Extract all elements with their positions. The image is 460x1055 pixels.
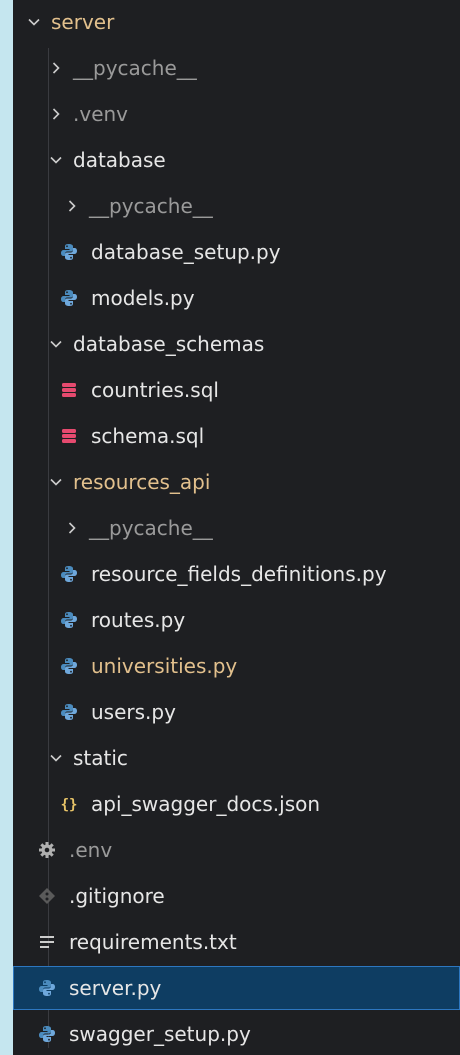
file-label: resource_fields_definitions.py: [91, 562, 387, 586]
file-label: models.py: [91, 286, 195, 310]
chevron-down-icon: [27, 12, 41, 32]
file-label: routes.py: [91, 608, 186, 632]
file-label: requirements.txt: [69, 930, 237, 954]
file-countries-sql[interactable]: countries.sql: [13, 368, 460, 412]
folder-database-schemas[interactable]: database_schemas: [13, 322, 460, 366]
python-file-icon: [37, 1024, 57, 1044]
database-file-icon: [59, 426, 79, 446]
python-file-icon: [37, 978, 57, 998]
file-label: countries.sql: [91, 378, 219, 402]
file-gitignore[interactable]: .gitignore: [13, 874, 460, 918]
chevron-down-icon: [49, 334, 63, 354]
file-models-py[interactable]: models.py: [13, 276, 460, 320]
file-requirements-txt[interactable]: requirements.txt: [13, 920, 460, 964]
json-file-icon: {}: [59, 794, 79, 814]
database-file-icon: [59, 380, 79, 400]
file-label: swagger_setup.py: [69, 1022, 251, 1046]
file-label: server.py: [69, 976, 162, 1000]
file-label: users.py: [91, 700, 176, 724]
python-file-icon: [59, 288, 79, 308]
folder-database[interactable]: database: [13, 138, 460, 182]
file-api-swagger-docs-json[interactable]: {} api_swagger_docs.json: [13, 782, 460, 826]
folder-pycache[interactable]: __pycache__: [13, 506, 460, 550]
file-label: universities.py: [91, 654, 238, 678]
folder-resources-api[interactable]: resources_api: [13, 460, 460, 504]
file-resource-fields-definitions-py[interactable]: resource_fields_definitions.py: [13, 552, 460, 596]
folder-label: resources_api: [73, 470, 211, 494]
python-file-icon: [59, 242, 79, 262]
python-file-icon: [59, 610, 79, 630]
chevron-right-icon: [49, 104, 63, 124]
file-explorer: server __pycache__ .venv database __pyca…: [13, 0, 460, 1055]
python-file-icon: [59, 564, 79, 584]
file-routes-py[interactable]: routes.py: [13, 598, 460, 642]
folder-label: __pycache__: [89, 516, 213, 540]
file-label: .env: [69, 838, 113, 862]
folder-label: server: [51, 10, 115, 34]
file-env[interactable]: .env: [13, 828, 460, 872]
file-users-py[interactable]: users.py: [13, 690, 460, 734]
gear-icon: [37, 840, 57, 860]
chevron-down-icon: [49, 472, 63, 492]
folder-static[interactable]: static: [13, 736, 460, 780]
folder-pycache[interactable]: __pycache__: [13, 184, 460, 228]
text-file-icon: [37, 932, 57, 952]
file-universities-py[interactable]: universities.py: [13, 644, 460, 688]
folder-label: .venv: [73, 102, 129, 126]
file-label: .gitignore: [69, 884, 165, 908]
file-label: api_swagger_docs.json: [91, 792, 321, 816]
python-file-icon: [59, 702, 79, 722]
file-server-py[interactable]: server.py: [13, 966, 460, 1010]
git-icon: [37, 886, 57, 906]
folder-label: database_schemas: [73, 332, 265, 356]
file-schema-sql[interactable]: schema.sql: [13, 414, 460, 458]
file-label: database_setup.py: [91, 240, 281, 264]
folder-label: static: [73, 746, 128, 770]
folder-venv[interactable]: .venv: [13, 92, 460, 136]
folder-label: __pycache__: [73, 56, 197, 80]
chevron-right-icon: [65, 196, 79, 216]
folder-label: __pycache__: [89, 194, 213, 218]
folder-label: database: [73, 148, 166, 172]
folder-server[interactable]: server: [13, 0, 460, 44]
chevron-right-icon: [65, 518, 79, 538]
file-label: schema.sql: [91, 424, 205, 448]
svg-text:{}: {}: [61, 797, 78, 813]
file-database-setup-py[interactable]: database_setup.py: [13, 230, 460, 274]
python-file-icon: [59, 656, 79, 676]
chevron-down-icon: [49, 748, 63, 768]
chevron-down-icon: [49, 150, 63, 170]
chevron-right-icon: [49, 58, 63, 78]
folder-pycache[interactable]: __pycache__: [13, 46, 460, 90]
file-swagger-setup-py[interactable]: swagger_setup.py: [13, 1012, 460, 1055]
